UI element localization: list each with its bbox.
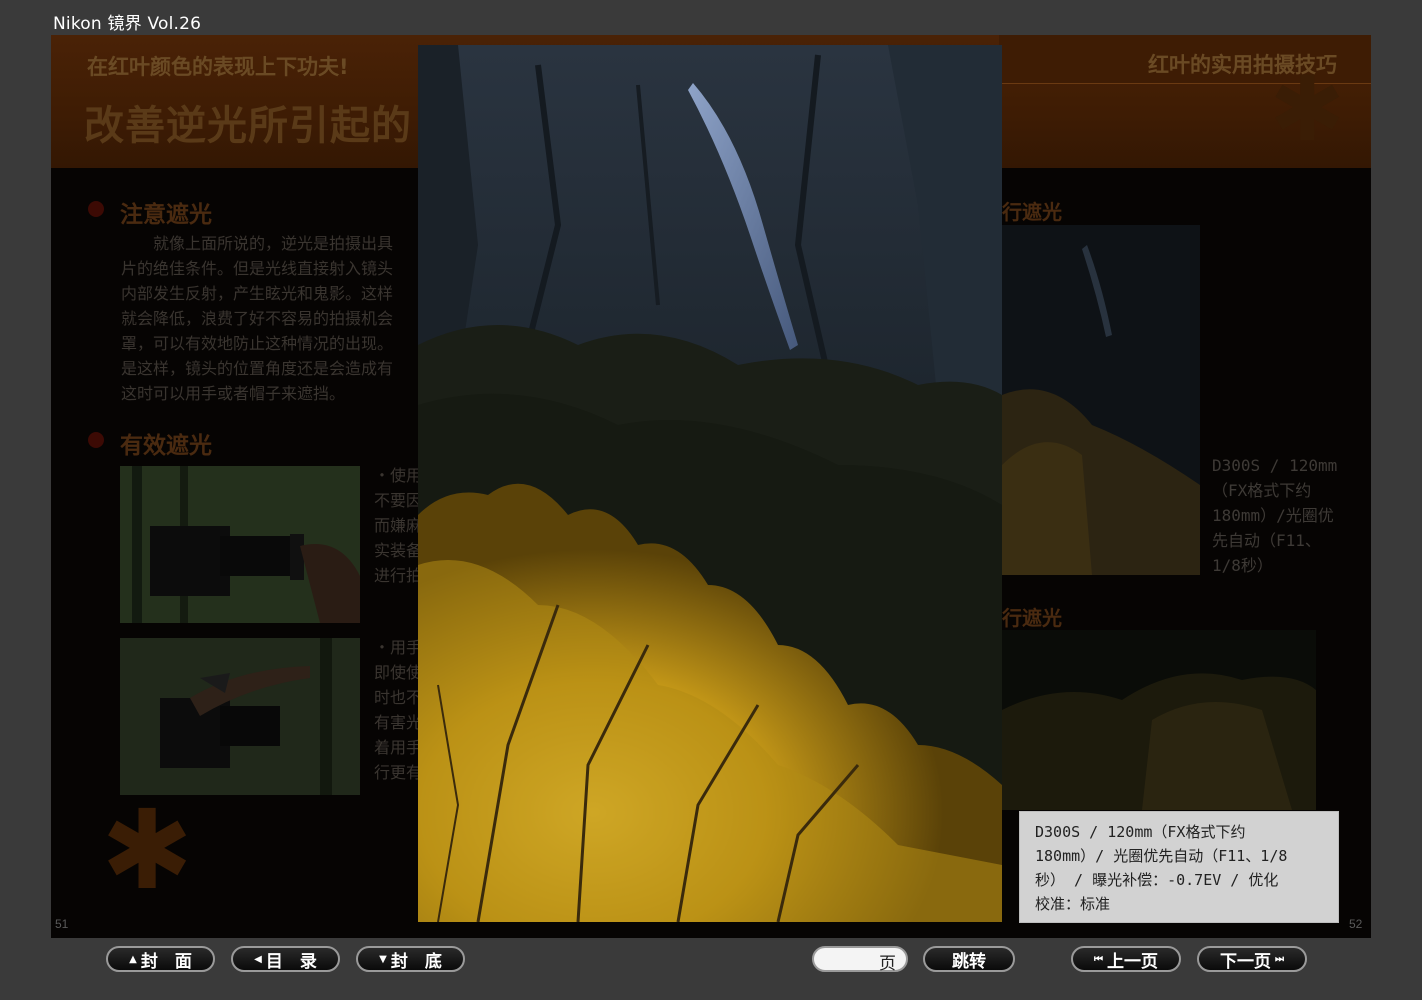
page-number-field: 页: [812, 946, 908, 974]
text-line: 罩，可以有效地防止这种情况的出现。: [121, 334, 394, 353]
triangle-down-icon: ▼: [379, 953, 387, 965]
text-line: 不要因: [374, 491, 423, 510]
text-line: 就会降低，浪费了好不容易的拍摄机会: [121, 309, 394, 328]
page-number-right: 52: [1349, 917, 1363, 931]
text-line: 有害光: [374, 713, 423, 732]
text-line: 180mm）/光圈优: [1212, 506, 1334, 525]
forest-photo-dim: [1002, 630, 1316, 810]
text-line: ・用手: [374, 638, 423, 657]
triangle-up-icon: ▲: [129, 953, 137, 965]
triangle-left-icon: ◀: [254, 953, 262, 965]
page-number-input[interactable]: [822, 950, 880, 970]
page-suffix-label: 页: [879, 954, 896, 974]
text-line: 着用手: [374, 738, 423, 757]
caption-line: 秒） / 曝光补偿：-0.7EV / 优化: [1035, 871, 1279, 889]
text-line: 行更有: [374, 763, 423, 782]
text-line: （FX格式下约: [1212, 481, 1312, 500]
enlarged-photo-popup[interactable]: [418, 45, 1002, 922]
text-line: 进行拍: [374, 566, 423, 585]
waterfall-autumn-photo: [418, 45, 1002, 922]
back-cover-button-label: 封 底: [390, 951, 442, 972]
right-heading-2: 行遮光: [1002, 606, 1062, 630]
text-line: 即使使: [374, 663, 423, 682]
cover-button[interactable]: ▲ 封 面: [106, 946, 215, 972]
text-line: 内部发生反射，产生眩光和鬼影。这样: [121, 284, 394, 303]
camera-hand-shading-photo: [120, 638, 360, 795]
toc-button[interactable]: ◀ 目 录: [231, 946, 340, 972]
section-bullet: [88, 432, 104, 448]
section-title-effective-shading: 有效遮光: [120, 433, 212, 459]
text-line: 这时可以用手或者帽子来遮挡。: [121, 384, 346, 403]
right-heading-1: 行遮光: [1002, 200, 1062, 224]
jump-button-label: 跳转: [952, 951, 986, 972]
text-line: 而嫌麻: [374, 516, 423, 535]
photo-info-caption: D300S / 120mm（FX格式下约 180mm）/ 光圈优先自动（F11、…: [1019, 811, 1339, 923]
caption-line: 180mm）/ 光圈优先自动（F11、1/8: [1035, 847, 1288, 865]
text-line: 片的绝佳条件。但是光线直接射入镜头: [121, 259, 394, 278]
text-line: 就像上面所说的，逆光是拍摄出具: [121, 234, 394, 253]
section-title-shading: 注意遮光: [120, 202, 212, 228]
maple-leaf-icon: ✱: [101, 786, 194, 914]
toc-button-label: 目 录: [265, 951, 317, 972]
prev-page-label: 上一页: [1107, 951, 1158, 972]
skip-forward-icon: ⏭: [1275, 953, 1284, 965]
kicker-left: 在红叶颜色的表现上下功夫!: [87, 55, 349, 79]
prev-page-button[interactable]: ⏮ 上一页: [1071, 946, 1181, 972]
back-cover-button[interactable]: ▼ 封 底: [356, 946, 465, 972]
maple-leaf-icon: ✱: [1269, 57, 1345, 162]
text-line: D300S / 120mm: [1212, 456, 1338, 475]
next-page-label: 下一页: [1220, 951, 1271, 972]
cover-button-label: 封 面: [140, 951, 192, 972]
text-line: 先自动（F11、: [1212, 531, 1321, 550]
text-line: 1/8秒）: [1212, 556, 1273, 575]
jump-button[interactable]: 跳转: [923, 946, 1015, 972]
caption-line: D300S / 120mm（FX格式下约: [1035, 823, 1246, 841]
next-page-button[interactable]: 下一页 ⏭: [1197, 946, 1307, 972]
camera-lens-hood-photo: [120, 466, 360, 623]
section-bullet: [88, 201, 104, 217]
text-line: 是这样，镜头的位置角度还是会造成有: [121, 359, 394, 378]
caption-line: 校准：标准: [1035, 895, 1111, 913]
text-line: 时也不: [374, 688, 423, 707]
page-number-left: 51: [55, 917, 69, 931]
text-line: ・使用: [374, 466, 423, 485]
app-title: Nikon 镜界 Vol.26: [53, 14, 202, 34]
text-line: 实装备: [374, 541, 423, 560]
waterfall-photo-dim: [1002, 225, 1200, 575]
skip-back-icon: ⏮: [1094, 953, 1103, 965]
page-headline: 改善逆光所引起的: [84, 103, 412, 149]
